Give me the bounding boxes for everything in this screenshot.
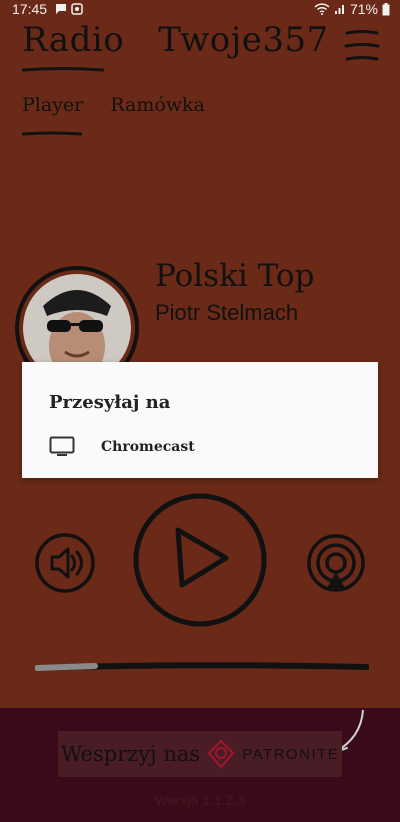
title-underline <box>22 67 104 72</box>
support-label: Wesprzyj nas <box>60 742 201 766</box>
battery-percent: 71% <box>349 1 378 17</box>
volume-icon[interactable] <box>34 532 96 594</box>
notification-icons <box>55 3 83 15</box>
show-host: Piotr Stelmach <box>155 300 299 325</box>
support-patronite-button[interactable]: Wesprzyj nas PATRONITE <box>58 731 342 777</box>
show-title: Polski Top <box>155 258 315 294</box>
patronite-logo-icon <box>207 739 235 769</box>
battery-icon <box>382 2 390 15</box>
status-right: 71% <box>314 1 390 17</box>
app-title: Radio Twoje357 <box>22 20 329 60</box>
cast-option-label: Chromecast <box>101 439 195 455</box>
image-icon <box>71 3 83 15</box>
tab-player[interactable]: Player <box>22 94 83 116</box>
tab-bar: Player Ramówka <box>22 94 205 116</box>
version-label: Wersja 1.1.2.3 <box>154 792 245 808</box>
progress-bar[interactable] <box>35 660 369 674</box>
chat-icon <box>56 4 66 14</box>
cast-dialog-title: Przesyłaj na <box>49 392 171 413</box>
cast-tv-icon <box>49 436 75 456</box>
tab-ramowka[interactable]: Ramówka <box>110 94 205 116</box>
airplay-icon[interactable] <box>305 532 367 594</box>
status-time: 17:45 <box>12 1 48 17</box>
footer: Wesprzyj nas PATRONITE Wersja 1.1.2.3 <box>0 708 400 822</box>
status-bar: 17:45 71% <box>0 0 400 20</box>
signal-icon <box>334 5 344 14</box>
play-icon[interactable] <box>130 490 270 630</box>
wifi-icon <box>314 3 330 15</box>
active-tab-indicator <box>22 131 82 136</box>
menu-icon[interactable] <box>344 27 380 63</box>
cast-option-chromecast[interactable]: Chromecast <box>49 432 369 462</box>
patronite-label: PATRONITE <box>242 745 340 763</box>
cast-dialog: Przesyłaj na Chromecast <box>22 362 378 478</box>
